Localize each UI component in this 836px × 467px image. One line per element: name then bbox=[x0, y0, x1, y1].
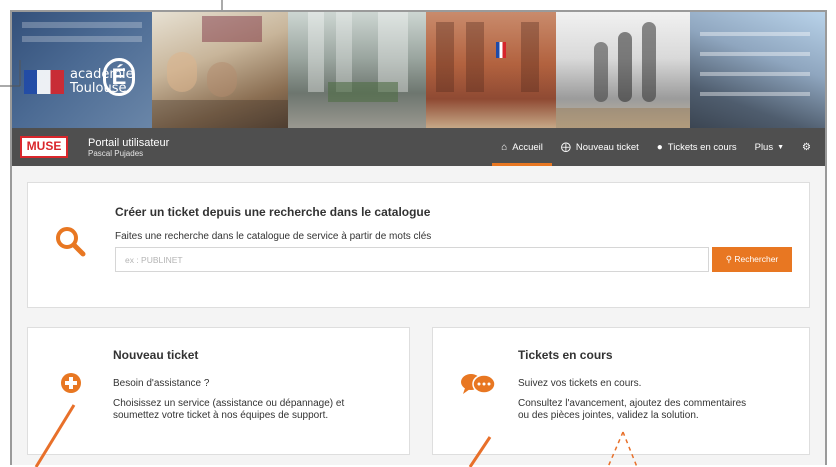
brand-block: Portail utilisateur Pascal Pujades bbox=[88, 137, 169, 158]
nav-item-settings[interactable]: ⚙ bbox=[793, 128, 825, 166]
catalog-search-input[interactable] bbox=[115, 247, 709, 272]
republique-francaise-logo bbox=[24, 70, 64, 94]
plus-circle-icon: ⨁ bbox=[560, 141, 571, 153]
search-card-title: Créer un ticket depuis une recherche dan… bbox=[115, 205, 431, 219]
search-icon bbox=[56, 227, 86, 257]
page-frame: académie Toulouse É MUSE Portail utilisa… bbox=[10, 10, 827, 465]
tickets-en-cours-line2: Consultez l'avancement, ajoutez des comm… bbox=[518, 398, 747, 409]
banner-photo-stairs bbox=[556, 12, 690, 128]
muse-logo[interactable]: MUSE bbox=[20, 136, 68, 158]
banner-photo-facade bbox=[426, 12, 556, 128]
new-ticket-line2: Choisissez un service (assistance ou dép… bbox=[113, 398, 345, 409]
new-ticket-line3: soumettez votre ticket à nos équipes de … bbox=[113, 410, 329, 421]
banner-photo-building: académie Toulouse É bbox=[12, 12, 152, 128]
portal-title: Portail utilisateur bbox=[88, 136, 170, 149]
search-button[interactable]: ⚲ Rechercher bbox=[712, 247, 792, 272]
new-ticket-title: Nouveau ticket bbox=[113, 348, 199, 362]
nav-item-plus[interactable]: Plus ▼ bbox=[746, 128, 793, 166]
home-icon: ⌂ bbox=[501, 141, 508, 153]
nav-item-nouveau-ticket[interactable]: ⨁ Nouveau ticket bbox=[552, 128, 648, 166]
tickets-en-cours-line1: Suivez vos tickets en cours. bbox=[518, 378, 642, 389]
chevron-down-icon: ▼ bbox=[777, 143, 785, 151]
nav-item-tickets-en-cours[interactable]: ● Tickets en cours bbox=[648, 128, 746, 166]
nav-item-accueil[interactable]: ⌂ Accueil bbox=[492, 128, 552, 166]
banner-photo-students bbox=[152, 12, 288, 128]
academie-e-logo: É bbox=[103, 58, 135, 96]
top-navbar: MUSE Portail utilisateur Pascal Pujades … bbox=[12, 128, 825, 166]
new-ticket-card[interactable]: Nouveau ticket Besoin d'assistance ? Cho… bbox=[27, 327, 410, 455]
settings-cogs-icon: ⚙ bbox=[802, 141, 811, 153]
tickets-en-cours-card[interactable]: Tickets en cours Suivez vos tickets en c… bbox=[432, 327, 810, 455]
user-name: Pascal Pujades bbox=[88, 148, 144, 158]
new-ticket-line1: Besoin d'assistance ? bbox=[113, 378, 210, 389]
comments-icon bbox=[461, 374, 496, 394]
tickets-en-cours-line3: ou des pièces jointes, validez la soluti… bbox=[518, 410, 699, 421]
search-card-subtitle: Faites une recherche dans le catalogue d… bbox=[115, 231, 432, 242]
nav-menu: ⌂ Accueil ⨁ Nouveau ticket ● Tickets en … bbox=[492, 128, 825, 166]
comments-icon: ● bbox=[656, 141, 663, 153]
header-banner: académie Toulouse É bbox=[12, 12, 825, 128]
banner-photo-glass-building bbox=[690, 12, 825, 128]
plus-circle-icon bbox=[61, 373, 81, 393]
banner-photo-courtyard bbox=[288, 12, 426, 128]
tickets-en-cours-title: Tickets en cours bbox=[518, 348, 613, 362]
catalog-search-card: Créer un ticket depuis une recherche dan… bbox=[27, 182, 810, 308]
